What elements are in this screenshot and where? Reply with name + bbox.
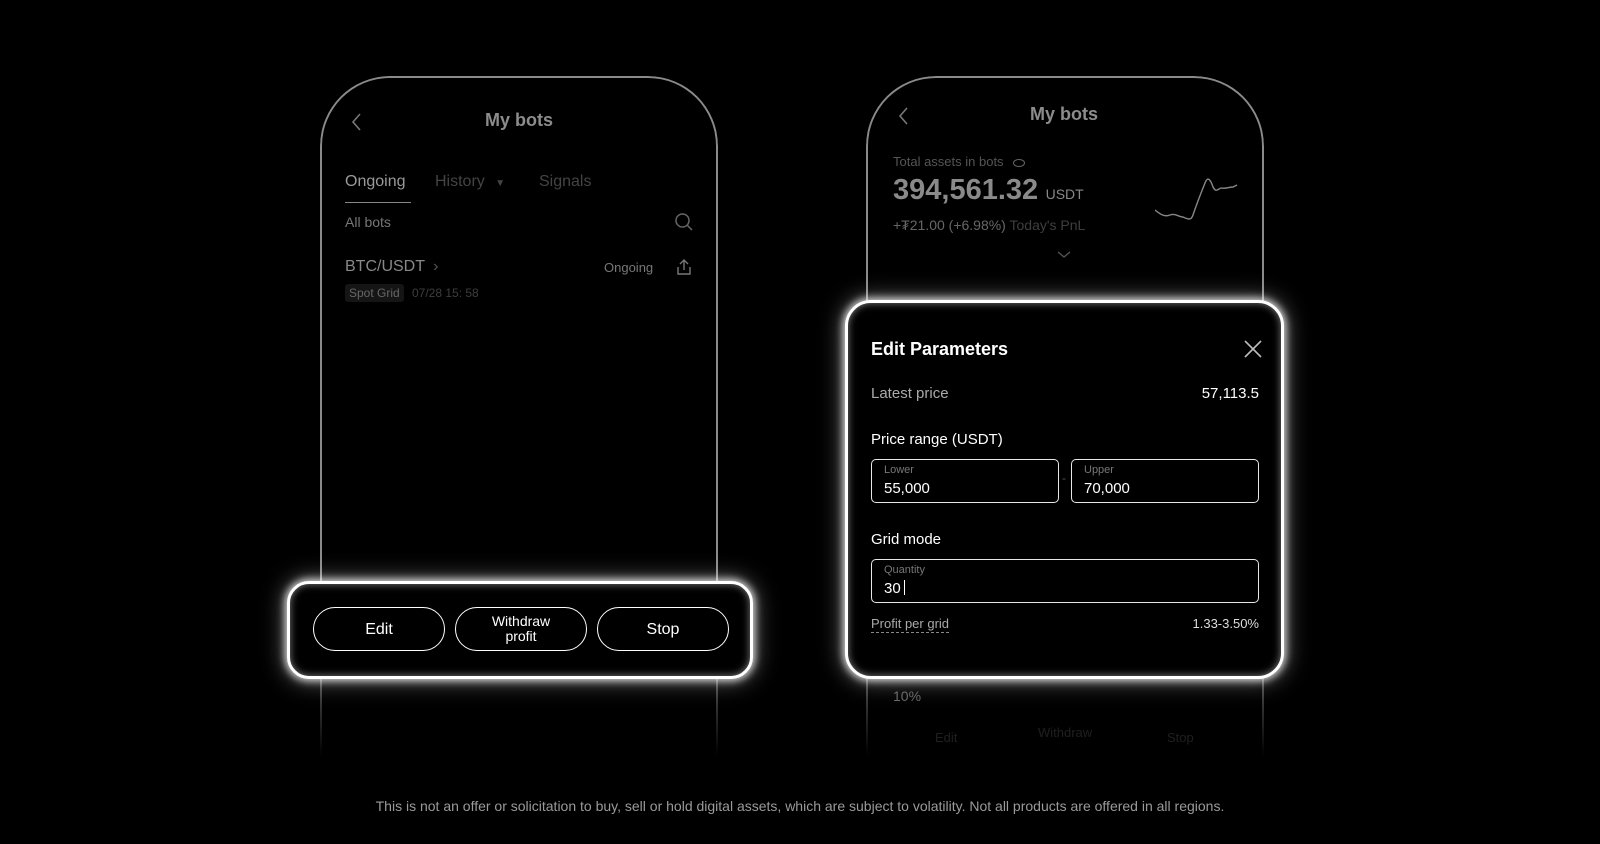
price-range-label: Price range (USDT) [871,431,1003,448]
eye-icon[interactable] [1013,158,1026,167]
edit-button[interactable]: Edit [313,607,445,651]
quantity-input[interactable]: Quantity 30 [871,559,1259,603]
bot-date: 07/28 15: 58 [412,286,479,300]
share-icon[interactable] [675,258,693,276]
lower-price-input[interactable]: Lower 55,000 [871,459,1059,503]
panel-title: Edit Parameters [871,339,1009,359]
latest-price-value: 57,113.5 [1201,385,1259,402]
total-assets-label: Total assets in bots [893,154,1026,169]
profit-per-grid-value: 1.33-3.50% [1192,616,1260,631]
search-icon[interactable] [674,212,694,232]
profit-sharing-value: 10% [893,688,922,704]
back-chevron-icon[interactable] [350,112,364,132]
chevron-down-icon[interactable] [1057,251,1071,259]
profit-per-grid-label[interactable]: Profit per grid [871,616,950,633]
disclaimer: This is not an offer or solicitation to … [375,798,1225,814]
stop-button[interactable]: Stop [597,607,729,651]
edit-parameters-panel: Edit Parameters Latest price 57,113.5 Pr… [845,300,1284,679]
tab-history[interactable]: History ▼ [435,173,505,191]
upper-price-input[interactable]: Upper 70,000 [1071,459,1259,503]
bot-type-tag: Spot Grid [345,284,404,302]
back-chevron-icon[interactable] [897,106,911,126]
withdraw-profit-button[interactable]: Withdraw profit [455,607,587,651]
chevron-right-icon: › [433,258,439,275]
close-icon[interactable] [1244,340,1262,358]
range-separator: - [1062,471,1066,485]
bot-pair[interactable]: BTC/USDT › [345,258,439,276]
tab-ongoing[interactable]: Ongoing [345,173,406,191]
bot-status: Ongoing [604,260,654,275]
latest-price-label: Latest price [871,385,949,402]
text-cursor [903,580,906,595]
tab-underline [345,202,411,203]
tab-signals[interactable]: Signals [539,173,591,191]
filter-all-bots[interactable]: All bots [345,214,391,230]
page-title: My bots [484,110,554,130]
faded-withdraw-button: Withdraw [1038,725,1093,740]
total-assets-value: 394,561.32 USDT [893,174,1084,206]
caret-down-icon: ▼ [495,178,506,189]
bot-actions-panel: Edit Withdraw profit Stop [287,581,753,679]
faded-edit-button: Edit [935,730,958,745]
todays-pnl: +₮21.00 (+6.98%) Today's PnL [893,217,1086,233]
faded-stop-button: Stop [1167,730,1194,745]
page-title: My bots [1029,104,1099,124]
grid-mode-label: Grid mode [871,531,942,548]
sparkline-chart [1155,178,1238,220]
